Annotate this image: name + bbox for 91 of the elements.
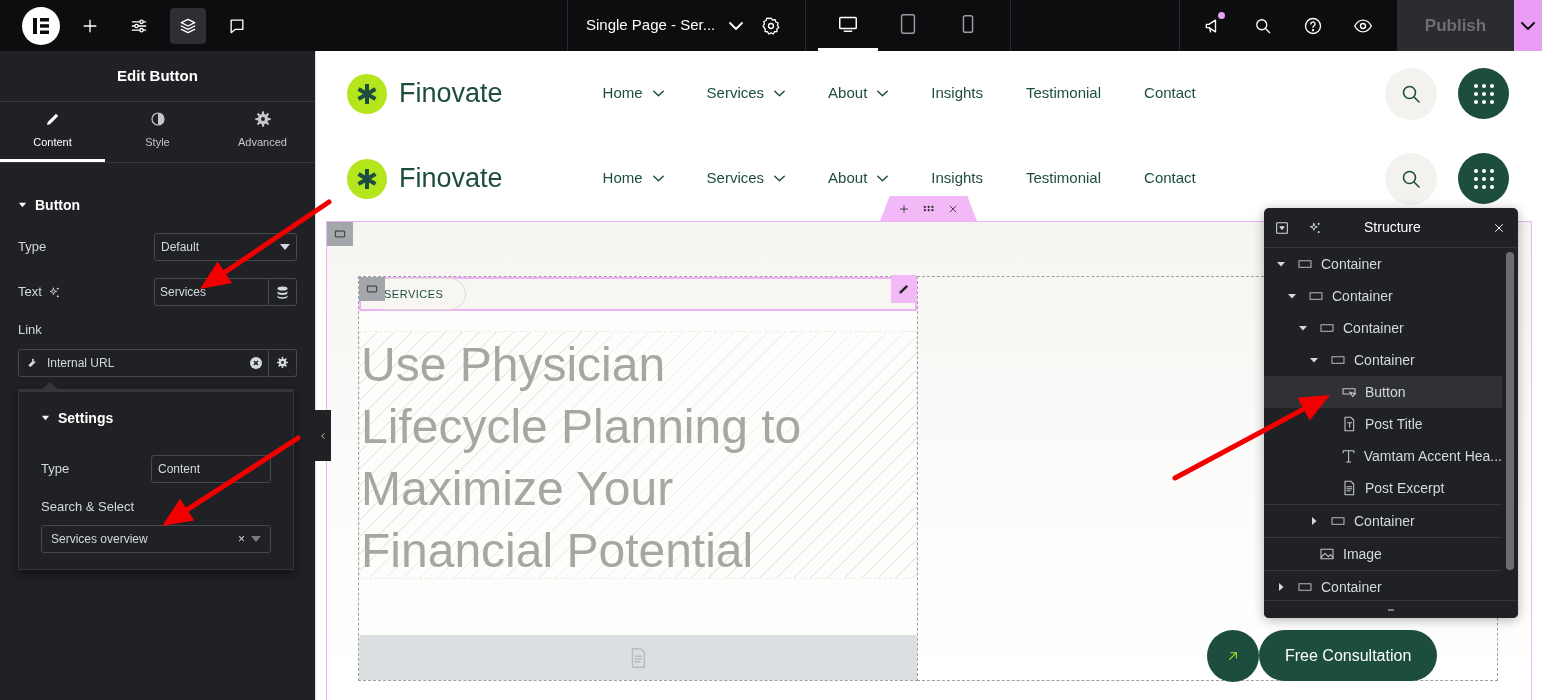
nav-link[interactable]: Services xyxy=(706,167,786,190)
editor-logo[interactable] xyxy=(22,6,60,45)
field-label: Type xyxy=(41,460,70,479)
layers-button[interactable] xyxy=(170,7,206,44)
structure-item[interactable]: Post Excerpt xyxy=(1264,472,1502,504)
section-toggle[interactable]: Button xyxy=(18,196,81,214)
sparkle-icon xyxy=(47,285,61,299)
nav-link[interactable]: Insights xyxy=(931,167,983,190)
dropdown-caret-icon xyxy=(280,244,290,250)
chevron-down-icon xyxy=(652,175,664,182)
brand-name: Finovate xyxy=(399,77,503,111)
container-icon xyxy=(365,282,379,296)
chevron-down-icon xyxy=(774,90,786,97)
dynamic-tags-button[interactable] xyxy=(269,278,297,306)
collapse-box-icon xyxy=(1274,219,1290,236)
structure-item[interactable]: Container xyxy=(1264,248,1502,280)
post-title-heading: Use Physician Lifecycle Planning to Maximize Your Financial Potential xyxy=(360,337,803,579)
chevron-down-icon xyxy=(1521,21,1535,30)
structure-item[interactable]: Button xyxy=(1264,376,1502,408)
menu-button[interactable] xyxy=(1458,68,1509,119)
chevron-down-icon xyxy=(877,175,889,182)
text-input[interactable]: Services xyxy=(154,278,269,306)
nav-link[interactable]: Testimonial xyxy=(1026,167,1102,190)
chevron-down-icon xyxy=(729,21,744,30)
widget-handle[interactable] xyxy=(359,277,385,301)
structure-item[interactable]: Container xyxy=(1264,344,1502,376)
publish-options-button[interactable] xyxy=(1514,0,1542,51)
caret-icon xyxy=(41,414,50,423)
clear-icon[interactable] xyxy=(250,356,262,369)
panel-tab[interactable]: Style xyxy=(105,102,210,162)
field-label: Text xyxy=(18,283,42,302)
database-icon xyxy=(277,285,288,299)
chevron-left-icon xyxy=(318,430,328,441)
field-label: Type xyxy=(18,238,47,257)
edit-widget-button[interactable] xyxy=(891,275,917,303)
chevron-down-icon xyxy=(652,90,664,97)
nav-link[interactable]: Insights xyxy=(931,82,983,105)
gear-icon xyxy=(253,110,272,129)
link-field[interactable]: Internal URL xyxy=(18,348,269,377)
grid-dots-icon xyxy=(1471,81,1496,106)
nav-link[interactable]: Home xyxy=(602,82,664,105)
nav-link[interactable]: Home xyxy=(602,167,664,190)
structure-item[interactable]: Vamtam Accent Hea... xyxy=(1264,440,1502,472)
type-select[interactable]: Default xyxy=(154,233,297,261)
nav-link[interactable]: Services xyxy=(706,82,786,105)
link-options-button[interactable] xyxy=(269,348,297,377)
panel-title: Edit Button xyxy=(117,65,198,86)
asterisk-logo-icon xyxy=(347,73,387,114)
free-consultation-button[interactable]: Free Consultation xyxy=(1259,630,1438,681)
nav-link[interactable]: About xyxy=(828,167,889,190)
gear-icon xyxy=(276,356,289,369)
menu-button[interactable] xyxy=(1458,153,1509,204)
panel-tab[interactable]: Content xyxy=(0,102,105,162)
wrench-icon xyxy=(25,356,38,369)
nav-link[interactable]: Contact xyxy=(1144,82,1196,105)
pencil-icon xyxy=(897,282,911,296)
image-icon xyxy=(1318,546,1336,562)
chevron-down-icon xyxy=(877,90,889,97)
scrollbar[interactable] xyxy=(1506,252,1514,570)
field-label: Link xyxy=(18,321,42,339)
asterisk-logo-icon xyxy=(347,158,387,199)
nav-link[interactable]: Contact xyxy=(1144,167,1196,190)
contrast-icon xyxy=(148,110,167,129)
container-handle[interactable] xyxy=(327,222,353,246)
clear-selection-button[interactable]: × xyxy=(238,529,245,548)
nav-link[interactable]: Testimonial xyxy=(1026,82,1102,105)
help-icon xyxy=(1303,15,1323,36)
settings-icon xyxy=(761,15,782,36)
sparkle-icon xyxy=(1308,220,1322,235)
field-label: Search & Select xyxy=(41,498,135,516)
structure-item[interactable]: Container xyxy=(1264,280,1502,312)
settings-toggle[interactable]: Settings xyxy=(41,408,114,429)
grid-dots-icon xyxy=(1471,166,1496,191)
page-title-dropdown[interactable]: Single Page - Ser... xyxy=(568,0,752,51)
panel-title: Structure xyxy=(1364,218,1421,237)
structure-item[interactable]: Post Title xyxy=(1264,408,1502,440)
structure-item[interactable]: Container xyxy=(1264,571,1502,603)
container-icon xyxy=(333,227,347,241)
structure-item[interactable]: Container xyxy=(1264,505,1502,537)
structure-item[interactable]: Image xyxy=(1264,538,1502,570)
caret-icon xyxy=(18,200,27,210)
structure-item[interactable]: Container xyxy=(1264,312,1502,344)
brand-name: Finovate xyxy=(399,162,503,196)
panel-tab[interactable]: Advanced xyxy=(210,102,315,162)
plus-icon xyxy=(898,202,910,215)
type-input[interactable]: Content xyxy=(151,455,271,483)
dropdown-caret-icon xyxy=(251,535,261,542)
arrow-button[interactable] xyxy=(1207,630,1259,682)
search-select[interactable]: Services overview × xyxy=(41,524,271,553)
nav-link[interactable]: About xyxy=(828,82,889,105)
chevron-down-icon xyxy=(774,175,786,182)
